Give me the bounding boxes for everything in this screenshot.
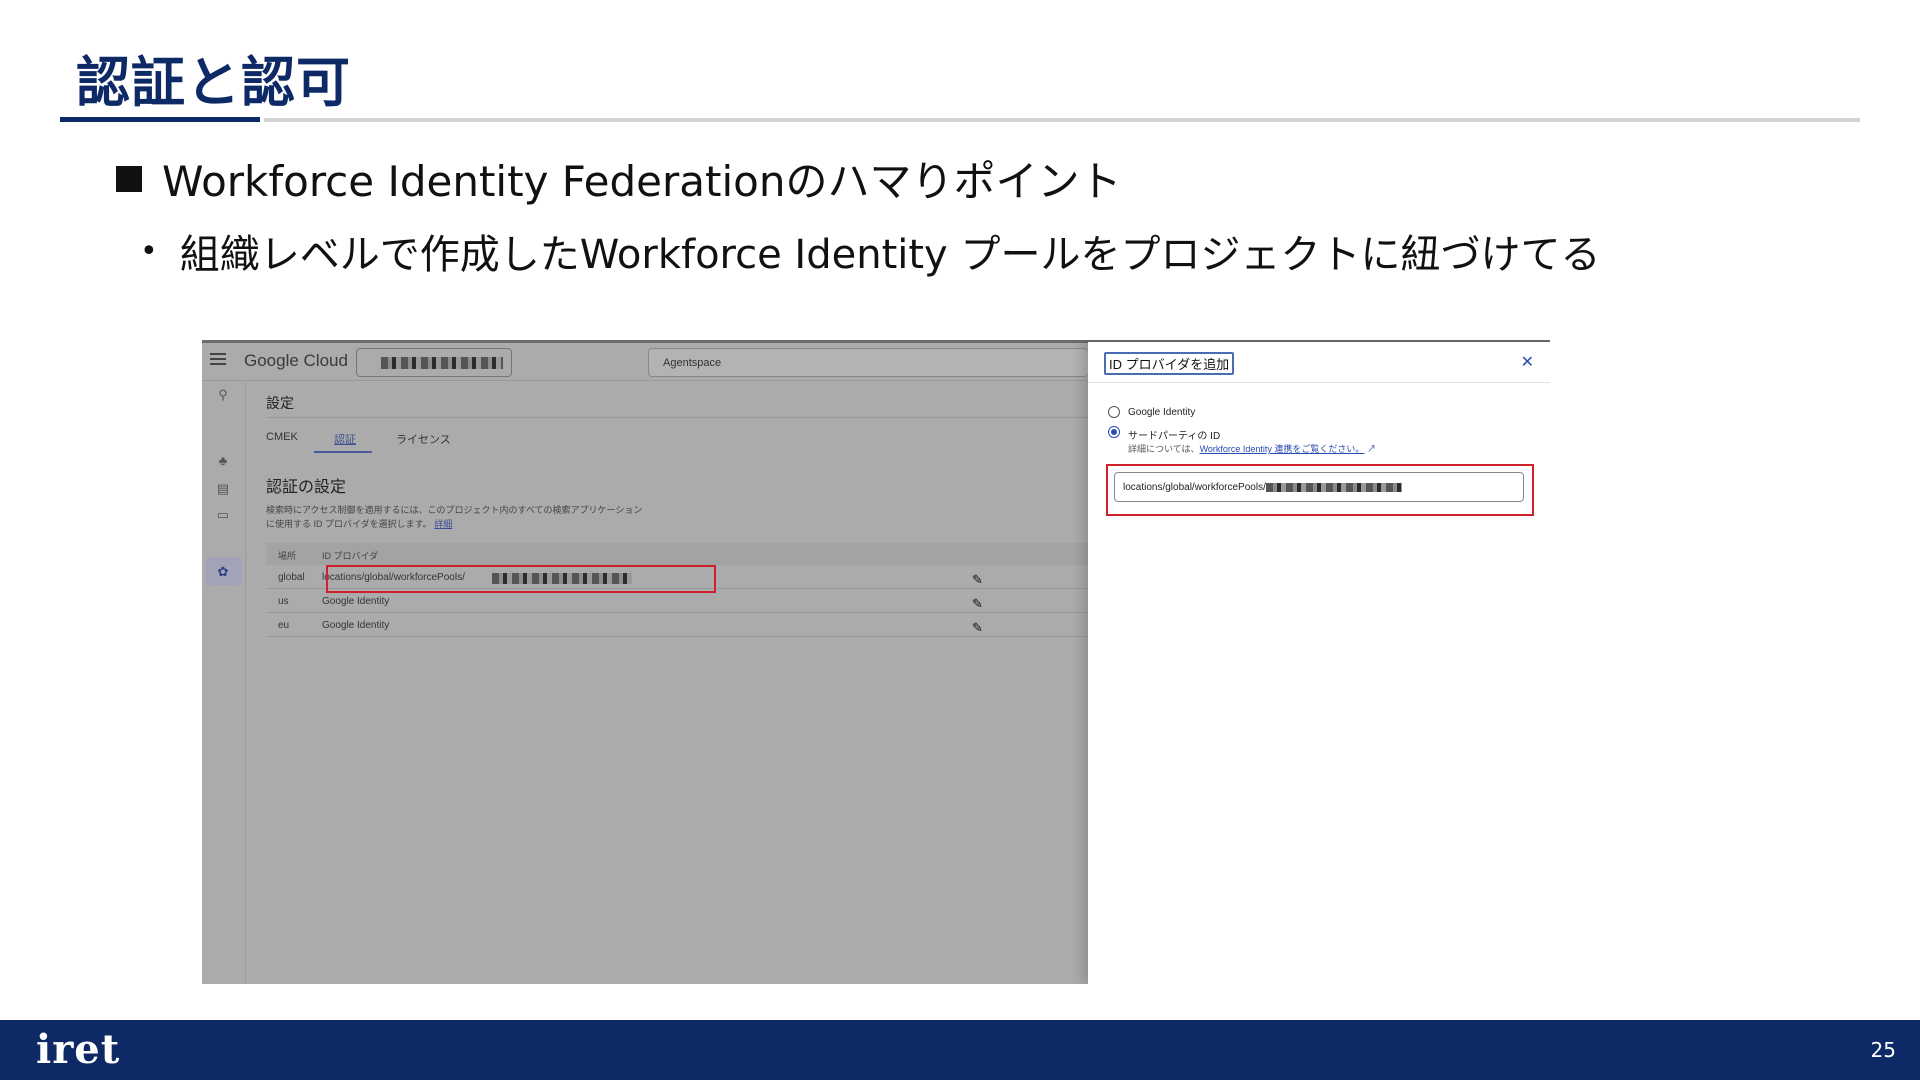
option-google-identity-label: Google Identity: [1128, 407, 1196, 418]
col-location: 場所: [278, 551, 297, 561]
highlight-box-global-provider: [326, 565, 716, 593]
close-icon[interactable]: ✕: [1521, 352, 1534, 372]
feedback-icon[interactable]: ▭: [214, 507, 232, 522]
edit-pencil-icon[interactable]: ✎: [972, 596, 983, 612]
console-search[interactable]: Agentspace: [648, 348, 1088, 377]
table-row: eu Google Identity ✎: [266, 613, 1088, 637]
gear-icon[interactable]: ✿: [214, 564, 232, 579]
edit-pencil-icon[interactable]: ✎: [972, 572, 983, 588]
google-cloud-logo[interactable]: Google Cloud: [244, 351, 348, 371]
bullet-level2-text: 組織レベルで作成したWorkforce Identity プールをプロジェクトに…: [179, 232, 1601, 278]
square-bullet-icon: [116, 165, 142, 192]
console-background: Google Cloud Agentspace ⚲ ♣ ▤ ▭ ✿ 設定 CME…: [202, 340, 1088, 984]
panel-hint: 詳細については、Workforce Identity 連携をご覧ください。 ↗: [1128, 442, 1376, 455]
row-location: eu: [278, 620, 290, 631]
console-side-rail: ⚲ ♣ ▤ ▭ ✿: [202, 381, 246, 984]
redacted-pool-id: [492, 573, 632, 584]
title-underline-accent: [60, 117, 260, 122]
slide-title: 認証と認可: [76, 51, 351, 114]
data-store-icon[interactable]: ▤: [214, 481, 232, 496]
bullet-level1-text: Workforce Identity Federationのハマりポイント: [162, 157, 1122, 206]
iret-logo: iret: [36, 1026, 121, 1073]
hint-prefix: 詳細については、: [1128, 444, 1200, 454]
footer-bar: iret 25: [0, 1020, 1920, 1080]
bullet-level2: • 組織レベルで作成したWorkforce Identity プールをプロジェク…: [140, 222, 1600, 280]
panel-title: ID プロバイダを追加: [1104, 352, 1235, 375]
table-header: 場所 ID プロバイダ: [266, 543, 1088, 565]
redacted-pool-id: [1265, 482, 1402, 492]
agentspace-icon[interactable]: ⚲: [214, 387, 232, 402]
field-value: locations/global/workforcePools/: [1123, 482, 1266, 493]
add-id-provider-panel: ID プロバイダを追加 ✕ Google Identity サードパーティの I…: [1088, 340, 1550, 984]
option-third-party-label: サードパーティの ID: [1128, 431, 1221, 442]
row-location: us: [278, 596, 289, 607]
radio-third-party-id[interactable]: [1108, 426, 1120, 438]
heading-divider: [266, 417, 1088, 418]
tab-cmek[interactable]: CMEK: [266, 431, 298, 443]
row-provider: Google Identity: [322, 620, 390, 631]
page-number: 25: [1870, 1038, 1896, 1062]
description-line1: 検索時にアクセス制御を適用するには、このプロジェクト内のすべての検索アプリケーシ…: [266, 505, 643, 515]
radio-google-identity[interactable]: [1108, 406, 1120, 418]
external-link-icon: ↗: [1366, 444, 1376, 454]
auth-settings-title: 認証の設定: [266, 479, 347, 496]
tab-license[interactable]: ライセンス: [396, 431, 451, 447]
embedded-screenshot: Google Cloud Agentspace ⚲ ♣ ▤ ▭ ✿ 設定 CME…: [202, 340, 1550, 984]
project-picker[interactable]: [356, 348, 512, 377]
workforce-identity-link[interactable]: Workforce Identity 連携をご覧ください。: [1200, 444, 1365, 454]
panel-header-divider: [1088, 382, 1550, 383]
learn-more-link[interactable]: 詳細: [434, 519, 452, 529]
row-provider: Google Identity: [322, 596, 390, 607]
menu-icon[interactable]: [210, 353, 226, 367]
title-underline: [264, 118, 1860, 122]
slide: 認証と認可 Workforce Identity Federationのハマりポ…: [0, 0, 1920, 1080]
redacted-project-name: [381, 357, 503, 369]
edit-pencil-icon[interactable]: ✎: [972, 620, 983, 636]
description-line2: に使用する ID プロバイダを選択します。: [266, 519, 432, 529]
console-page-heading: 設定: [266, 395, 294, 411]
workforce-pool-field[interactable]: locations/global/workforcePools/: [1114, 472, 1524, 502]
apps-icon[interactable]: ♣: [214, 453, 232, 468]
col-id-provider: ID プロバイダ: [322, 551, 379, 561]
row-location: global: [278, 572, 305, 583]
dot-bullet-icon: •: [140, 233, 158, 269]
tab-auth[interactable]: 認証: [334, 431, 356, 447]
auth-settings-description: 検索時にアクセス制御を適用するには、このプロジェクト内のすべての検索アプリケーシ…: [266, 503, 686, 531]
console-topbar: Google Cloud Agentspace: [202, 343, 1088, 381]
active-tab-indicator: [314, 451, 372, 453]
bullet-level1: Workforce Identity Federationのハマりポイント: [116, 148, 1121, 209]
